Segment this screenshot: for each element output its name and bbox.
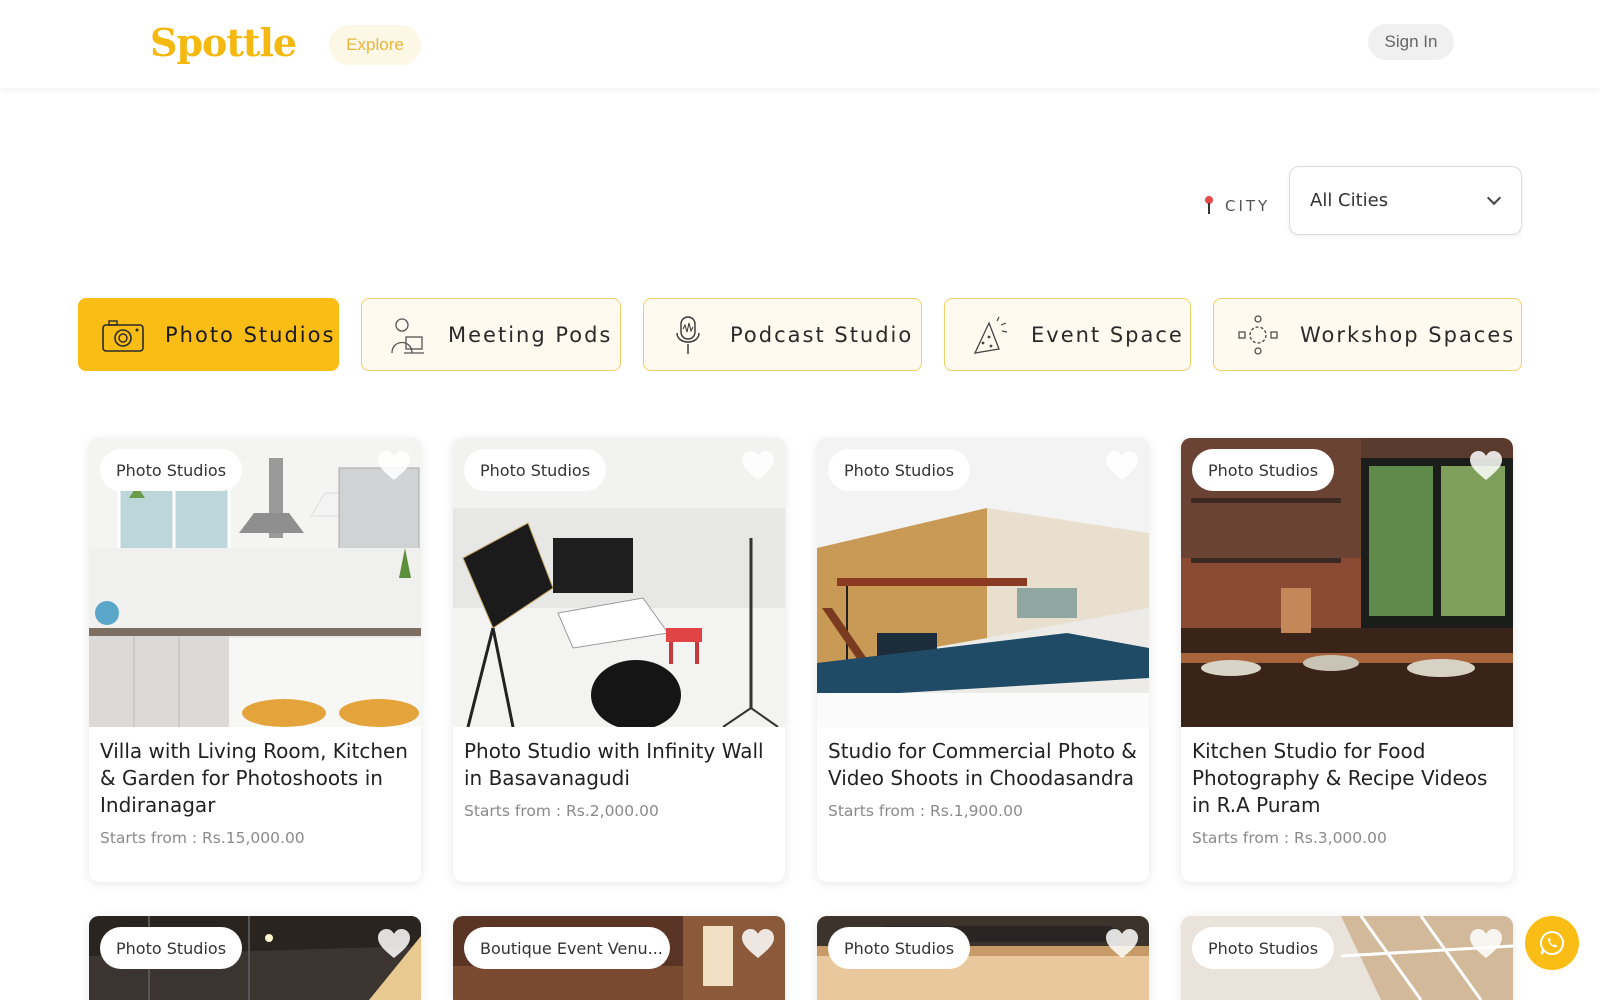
tab-event-space[interactable]: Event Space (944, 298, 1191, 371)
listing-title: Photo Studio with Infinity Wall in Basav… (464, 739, 764, 790)
city-select-value: All Cities (1310, 190, 1389, 211)
listing-price: Starts from : Rs.1,900.00 (828, 802, 1023, 820)
workshop-table-icon (1238, 314, 1278, 355)
listing-card[interactable]: Photo Studios Kitchen Studio for Food Ph… (1181, 438, 1513, 882)
tab-label: Meeting Pods (448, 322, 613, 347)
chevron-down-icon (1486, 190, 1502, 205)
sign-in-button[interactable]: Sign In (1368, 24, 1454, 60)
heart-icon[interactable] (1105, 450, 1139, 482)
listing-card[interactable]: Photo Studios (817, 916, 1149, 1000)
category-badge: Photo Studios (100, 449, 243, 491)
listing-price: Starts from : Rs.15,000.00 (100, 829, 305, 847)
listing-photo: Photo Studios (89, 916, 421, 1000)
listing-title: Studio for Commercial Photo & Video Shoo… (828, 739, 1137, 790)
tab-label: Photo Studios (165, 322, 336, 347)
camera-icon (102, 319, 144, 352)
meeting-person-icon (391, 317, 424, 354)
listing-photo: Photo Studios (453, 438, 785, 727)
tab-workshop-spaces[interactable]: Workshop Spaces (1213, 298, 1522, 371)
city-label-text: CITY (1225, 197, 1271, 215)
listing-title: Kitchen Studio for Food Photography & Re… (1192, 739, 1488, 817)
listing-photo: Photo Studios (1181, 916, 1513, 1000)
site-header: Spottle Explore Sign In (0, 0, 1600, 88)
listing-photo: Photo Studios (89, 438, 421, 727)
listing-price: Starts from : Rs.2,000.00 (464, 802, 659, 820)
heart-icon[interactable] (741, 928, 775, 960)
listing-card[interactable]: Boutique Event Venu... (453, 916, 785, 1000)
listing-card[interactable]: Photo Studios (89, 916, 421, 1000)
city-select-dropdown[interactable]: All Cities (1289, 166, 1522, 235)
category-badge: Photo Studios (828, 449, 971, 491)
tab-photo-studios[interactable]: Photo Studios (78, 298, 339, 371)
tab-meeting-pods[interactable]: Meeting Pods (361, 298, 621, 371)
category-badge: Boutique Event Venu... (464, 927, 670, 969)
listing-card[interactable]: Photo Studios Photo Studio with Infinity… (453, 438, 785, 882)
whatsapp-icon (1540, 930, 1565, 955)
tab-label: Workshop Spaces (1300, 322, 1516, 347)
listing-photo: Photo Studios (817, 438, 1149, 727)
location-pin-icon (1203, 196, 1215, 216)
category-badge: Photo Studios (464, 449, 607, 491)
party-hat-icon (973, 316, 1008, 354)
tab-label: Event Space (1031, 322, 1184, 347)
category-badge: Photo Studios (828, 927, 971, 969)
listing-photo: Photo Studios (1181, 438, 1513, 727)
heart-icon[interactable] (741, 450, 775, 482)
logo[interactable]: Spottle (150, 20, 297, 65)
heart-icon[interactable] (1469, 450, 1503, 482)
tab-label: Podcast Studio (730, 322, 914, 347)
tab-podcast-studio[interactable]: Podcast Studio (643, 298, 922, 371)
listing-card[interactable]: Photo Studios Studio for Commercial Phot… (817, 438, 1149, 882)
category-badge: Photo Studios (1192, 449, 1335, 491)
heart-icon[interactable] (377, 450, 411, 482)
listing-card[interactable]: Photo Studios (1181, 916, 1513, 1000)
listing-photo: Boutique Event Venu... (453, 916, 785, 1000)
listing-title: Villa with Living Room, Kitchen & Garden… (100, 739, 408, 817)
heart-icon[interactable] (1469, 928, 1503, 960)
listing-card[interactable]: Photo Studios Villa with Living Room, Ki… (89, 438, 421, 882)
listing-price: Starts from : Rs.3,000.00 (1192, 829, 1387, 847)
explore-button[interactable]: Explore (329, 25, 421, 65)
city-filter-label: CITY (1203, 196, 1270, 216)
microphone-icon (676, 315, 700, 354)
whatsapp-chat-button[interactable] (1525, 916, 1579, 970)
category-badge: Photo Studios (1192, 927, 1335, 969)
listing-photo: Photo Studios (817, 916, 1149, 1000)
heart-icon[interactable] (1105, 928, 1139, 960)
heart-icon[interactable] (377, 928, 411, 960)
category-badge: Photo Studios (100, 927, 243, 969)
